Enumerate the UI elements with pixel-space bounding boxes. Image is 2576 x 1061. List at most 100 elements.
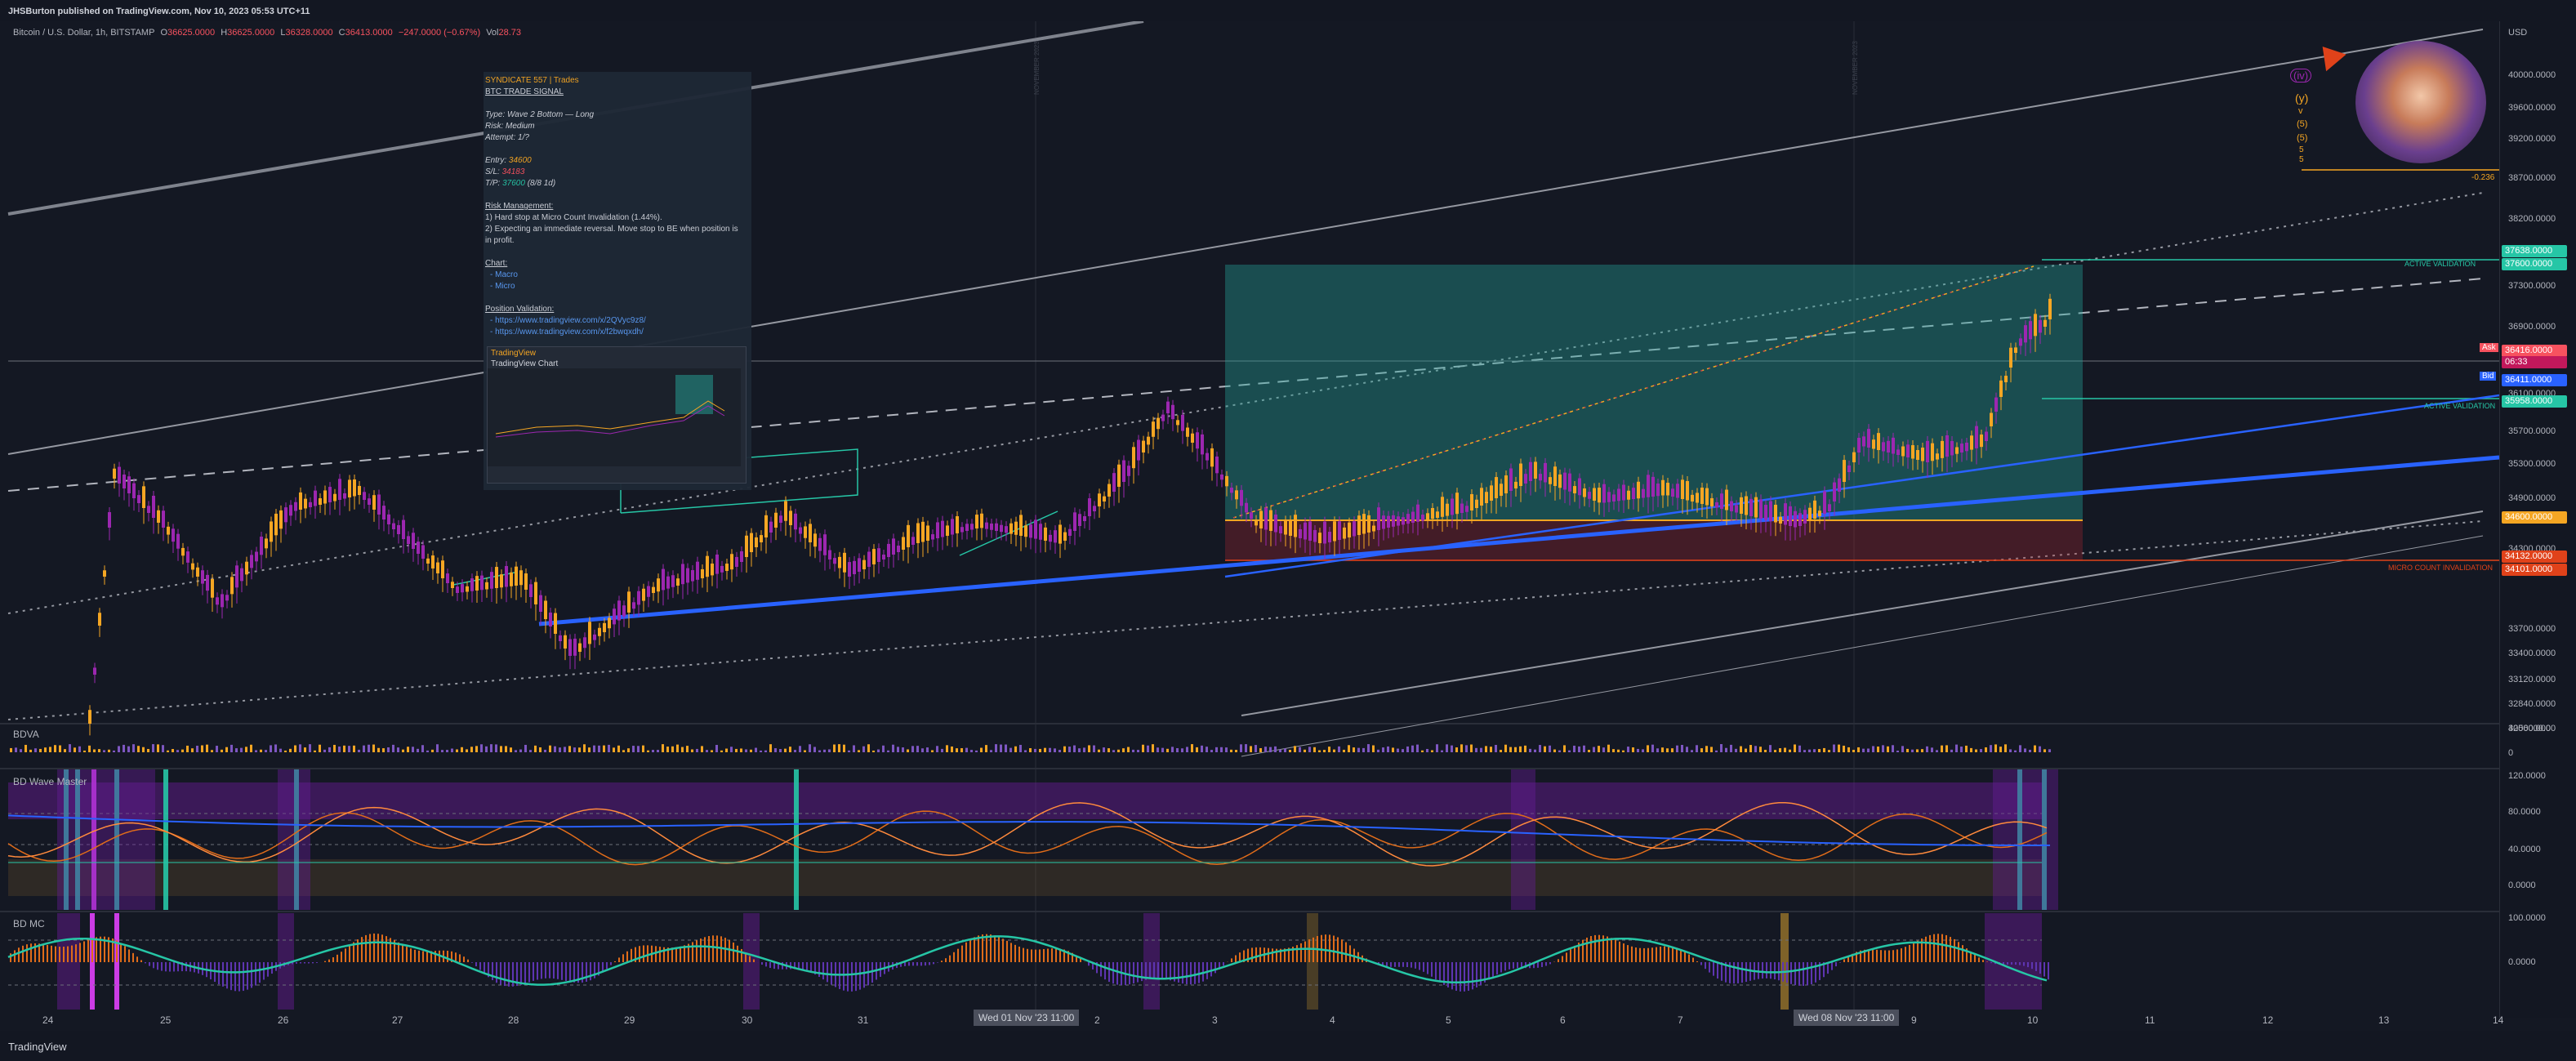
mc-bar	[700, 938, 702, 962]
bdva-bar	[1921, 749, 1923, 752]
bdva-bar	[451, 748, 453, 752]
mc-bar	[467, 959, 469, 962]
bdva-pane-label[interactable]: BDVA	[13, 729, 39, 740]
bdva-bar	[843, 744, 845, 752]
mc-bar	[1268, 947, 1269, 962]
symbol-legend[interactable]: Bitcoin / U.S. Dollar, 1h, BITSTAMP O366…	[13, 28, 524, 38]
bdva-bar	[485, 746, 488, 752]
mc-bar	[929, 962, 930, 965]
chart-macro-link[interactable]: - Macro	[484, 270, 751, 281]
chart-thumbnail[interactable]: TradingView TradingView Chart	[487, 346, 747, 484]
time-tick: 13	[2378, 1014, 2390, 1026]
bdva-bar	[426, 750, 429, 752]
mc-bar	[1541, 962, 1543, 967]
candle-body	[1460, 503, 1464, 513]
mc-bar	[475, 962, 477, 967]
candle-body	[132, 483, 136, 498]
candle-body	[1735, 505, 1738, 513]
micro-invalidation-label: MICRO COUNT INVALIDATION	[2388, 564, 2493, 572]
bdva-bar	[368, 744, 370, 752]
bdva-bar	[1872, 746, 1874, 752]
bdva-bar	[1519, 746, 1522, 752]
candle-body	[691, 570, 694, 582]
bdva-bar	[1426, 748, 1428, 752]
price-axis[interactable]: USD 40000.0000 39600.0000 39200.0000 38700.…	[2499, 21, 2576, 1018]
mc-bar	[67, 946, 69, 962]
wave-master-pane-label[interactable]: BD Wave Master	[13, 776, 87, 787]
bdva-bar	[965, 747, 968, 752]
candle-body	[1402, 517, 1405, 525]
wave-label-5d: 5	[2299, 155, 2304, 164]
mc-pane-label[interactable]: BD MC	[13, 918, 45, 929]
green-channel-3[interactable]	[959, 510, 1058, 556]
candle-body	[755, 537, 758, 547]
wave-label-5b: (5)	[2297, 133, 2308, 143]
candle-body	[1186, 427, 1189, 437]
candle-body	[828, 550, 831, 559]
candle-body	[201, 570, 204, 584]
bdva-bar	[1049, 747, 1051, 752]
bdva-bar	[255, 750, 257, 752]
tradingview-logo[interactable]: TradingView	[8, 1041, 67, 1053]
currency-label[interactable]: USD	[2508, 28, 2527, 38]
validation-link-2[interactable]: - https://www.tradingview.com/x/f2bwqxdh…	[484, 327, 751, 338]
bdva-bar	[1039, 748, 1041, 752]
mc-bar	[304, 962, 305, 964]
mc-bar	[1594, 934, 1596, 962]
candle-body	[314, 490, 317, 506]
bdva-bar	[755, 747, 757, 752]
mc-bar	[978, 935, 979, 962]
bdva-bar	[1632, 747, 1634, 752]
candle-body	[622, 605, 626, 617]
mc-bar	[1255, 947, 1257, 962]
bdva-bar	[1441, 750, 1443, 752]
candle-body	[524, 573, 528, 590]
bdva-bar	[1058, 750, 1061, 752]
mc-bar	[969, 939, 971, 962]
candle-body	[1838, 478, 1841, 492]
mc-bar	[655, 946, 657, 962]
bdva-bar	[1730, 744, 1732, 752]
candle-body	[426, 558, 430, 564]
bdva-bar	[632, 746, 635, 752]
bdva-bar	[1009, 747, 1012, 752]
bdva-bar	[1955, 744, 1958, 752]
mc-bar	[1925, 936, 1927, 962]
bdva-bar	[1965, 745, 1968, 752]
mc-bar	[22, 945, 24, 962]
validation-link-1[interactable]: - https://www.tradingview.com/x/2QVyc9z8…	[484, 315, 751, 327]
candle-body	[1019, 515, 1023, 536]
mc-bar	[140, 960, 142, 962]
mc-axis-0: 0.0000	[2508, 957, 2536, 967]
change-value: −247.0000 (−0.67%)	[398, 28, 481, 38]
mc-bar	[1165, 962, 1167, 980]
mc-bar	[132, 952, 134, 962]
main-chart[interactable]: NOVEMBER 2023 NOVEMBER 2023 ACTIVE VALID…	[0, 21, 2499, 1010]
candle-body	[568, 639, 572, 656]
bdva-bar	[583, 744, 586, 752]
bdva-bar	[1696, 745, 1698, 752]
candle-body	[167, 526, 170, 535]
candle-body	[1406, 514, 1410, 524]
risk-mgmt-1: 1) Hard stop at Micro Count Invalidation…	[485, 213, 662, 222]
candle-body	[495, 567, 498, 588]
price-tag: 35958.0000	[2502, 395, 2567, 408]
candle-body	[833, 558, 836, 564]
candle-body	[230, 577, 234, 595]
bdva-bar	[1985, 747, 1987, 752]
mc-bar	[965, 942, 967, 962]
candle-body	[1774, 505, 1777, 523]
symbol-name[interactable]: Bitcoin / U.S. Dollar, 1h, BITSTAMP	[13, 28, 154, 38]
candle-body	[1161, 414, 1165, 421]
bdva-bar	[10, 747, 12, 752]
candle-body	[1676, 484, 1679, 498]
price-tick: 37300.0000	[2508, 281, 2556, 291]
mc-bar	[157, 962, 158, 970]
mc-bar	[1774, 962, 1776, 980]
chart-micro-link[interactable]: - Micro	[484, 281, 751, 292]
bdva-bar	[1470, 744, 1473, 752]
mc-bar	[1129, 962, 1130, 985]
bdva-bar	[1147, 745, 1149, 752]
mc-bar	[974, 937, 975, 962]
candle-body	[701, 568, 704, 578]
